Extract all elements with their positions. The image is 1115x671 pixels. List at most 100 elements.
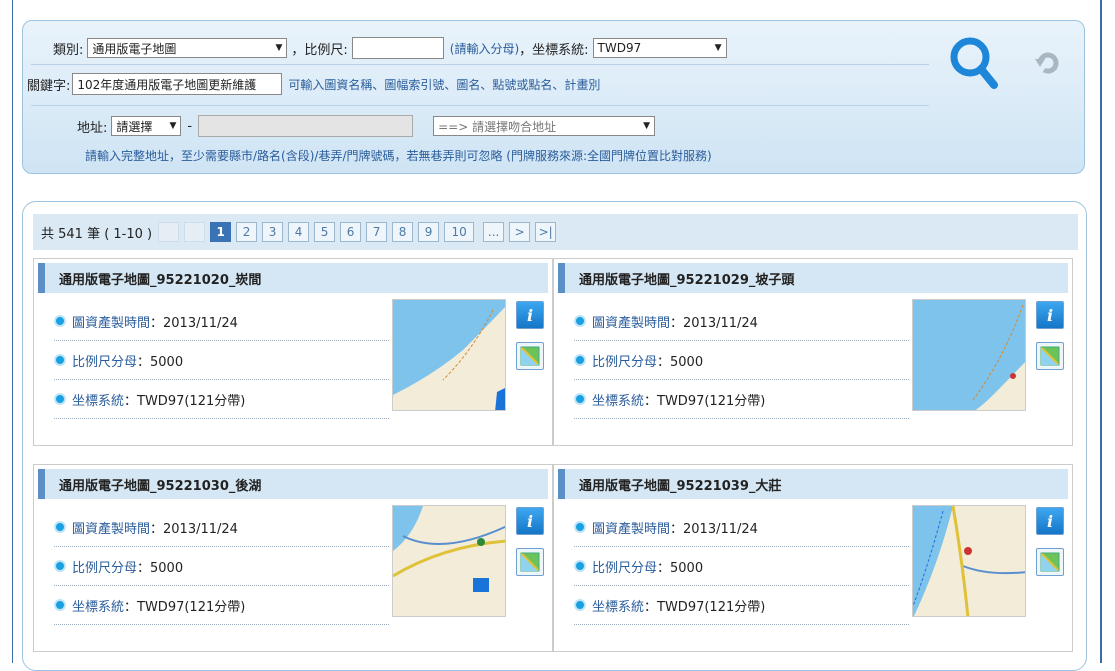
more-pages-button[interactable]: ...	[483, 222, 505, 242]
page-button[interactable]: 10	[444, 222, 475, 242]
meta-scale: 比例尺分母 ：5000	[54, 341, 389, 380]
search-row-1: 類別: 通用版電子地圖 ▼ ，比例尺: (請輸入分母) ，坐標系統: TWD97…	[53, 37, 727, 59]
meta-coord: 坐標系統 ：TWD97(121分帶)	[574, 586, 909, 625]
category-label: 類別:	[53, 42, 84, 58]
meta-label: 圖資產製時間	[592, 521, 671, 537]
page-button[interactable]: 2	[236, 222, 258, 242]
reset-button[interactable]	[1011, 27, 1085, 99]
map-icon	[520, 346, 540, 366]
last-page-button[interactable]: >|	[535, 222, 557, 242]
page-frame-left	[12, 0, 13, 663]
meta-label: 圖資產製時間	[72, 521, 151, 537]
info-icon: i	[1046, 511, 1054, 531]
result-title[interactable]: 通用版電子地圖_95221020_崁間	[38, 263, 548, 293]
result-title[interactable]: 通用版電子地圖_95221030_後湖	[38, 469, 548, 499]
search-row-2: 關鍵字: 102年度通用版電子地圖更新維護 可輸入圖資名稱、圖幅索引號、圖名、點…	[27, 73, 600, 95]
category-select-value: 通用版電子地圖	[92, 41, 177, 56]
meta-value: ：2013/11/24	[150, 315, 238, 331]
chevron-down-icon: ▼	[714, 43, 722, 53]
first-page-button[interactable]	[158, 222, 180, 242]
bullet-icon	[54, 354, 66, 366]
map-preview-button[interactable]	[516, 342, 544, 370]
info-button[interactable]: i	[516, 507, 544, 535]
map-preview-button[interactable]	[1036, 548, 1064, 576]
result-total: 共 541 筆 ( 1-10 )	[41, 226, 153, 242]
page-button[interactable]: 5	[314, 222, 336, 242]
search-row-4: 請輸入完整地址，至少需要縣市/路名(含段)/巷弄/門牌號碼，若無巷弄則可忽略 (…	[85, 147, 712, 164]
divider	[31, 105, 929, 106]
meta-time: 圖資產製時間 ：2013/11/24	[574, 302, 909, 341]
page-button[interactable]: 1	[210, 222, 232, 242]
coord-select[interactable]: TWD97 ▼	[592, 38, 727, 58]
map-preview-button[interactable]	[1036, 342, 1064, 370]
info-button[interactable]: i	[516, 301, 544, 329]
meta-coord: 坐標系統 ：TWD97(121分帶)	[574, 380, 909, 419]
map-thumbnail[interactable]	[912, 299, 1026, 411]
match-address-value: ==> 請選擇吻合地址	[438, 119, 557, 134]
meta-label[interactable]: 坐標系統	[72, 390, 124, 409]
result-card: 通用版電子地圖_95221039_大莊 圖資產製時間 ：2013/11/24 比例…	[553, 464, 1073, 652]
map-preview-button[interactable]	[516, 548, 544, 576]
meta-value: ：TWD97(121分帶)	[124, 599, 246, 615]
meta-time: 圖資產製時間 ：2013/11/24	[54, 508, 389, 547]
meta-value: ：TWD97(121分帶)	[644, 599, 766, 615]
meta-value: ：5000	[137, 560, 184, 576]
page-button[interactable]: 8	[392, 222, 414, 242]
page-button[interactable]: 7	[366, 222, 388, 242]
map-thumbnail[interactable]	[392, 505, 506, 617]
undo-icon	[1035, 52, 1059, 74]
bullet-icon	[54, 560, 66, 572]
address-select-value: 請選擇	[116, 119, 153, 134]
info-button[interactable]: i	[1036, 301, 1064, 329]
chevron-down-icon: ▼	[275, 43, 283, 53]
meta-label[interactable]: 坐標系統	[592, 390, 644, 409]
page-button[interactable]: 3	[262, 222, 284, 242]
page-button[interactable]: 9	[418, 222, 440, 242]
meta-label: 比例尺分母	[72, 560, 138, 576]
meta-scale: 比例尺分母 ：5000	[574, 547, 909, 586]
next-page-button[interactable]: >	[509, 222, 531, 242]
address-select[interactable]: 請選擇 ▼	[111, 116, 182, 136]
meta-value: ：5000	[657, 354, 704, 370]
keyword-label: 關鍵字:	[27, 78, 71, 94]
prev-page-button[interactable]	[184, 222, 206, 242]
result-title[interactable]: 通用版電子地圖_95221029_坡子頭	[558, 263, 1068, 293]
scale-hint: (請輸入分母)	[449, 41, 520, 56]
meta-label[interactable]: 坐標系統	[592, 596, 644, 615]
address-input[interactable]	[198, 115, 414, 137]
search-button[interactable]	[937, 27, 1011, 99]
meta-coord: 坐標系統 ：TWD97(121分帶)	[54, 380, 389, 419]
meta-time: 圖資產製時間 ：2013/11/24	[54, 302, 389, 341]
meta-value: ：2013/11/24	[670, 521, 758, 537]
meta-value: ：5000	[137, 354, 184, 370]
meta-value: ：2013/11/24	[150, 521, 238, 537]
bullet-icon	[54, 521, 66, 533]
meta-label[interactable]: 坐標系統	[72, 596, 124, 615]
keyword-input[interactable]: 102年度通用版電子地圖更新維護	[72, 73, 283, 95]
bullet-icon	[54, 393, 66, 405]
meta-label: 比例尺分母	[72, 354, 138, 370]
map-icon	[520, 552, 540, 572]
meta-time: 圖資產製時間 ：2013/11/24	[574, 508, 909, 547]
search-icon	[950, 37, 998, 89]
search-panel: 類別: 通用版電子地圖 ▼ ，比例尺: (請輸入分母) ，坐標系統: TWD97…	[22, 20, 1085, 174]
scale-label: ，比例尺:	[291, 42, 348, 58]
map-thumbnail[interactable]	[392, 299, 506, 411]
meta-value: ：5000	[657, 560, 704, 576]
keyword-hint: 可輸入圖資名稱、圖幅索引號、圖名、點號或點名、計畫別	[288, 77, 601, 92]
info-icon: i	[526, 511, 534, 531]
meta-label: 比例尺分母	[592, 560, 658, 576]
map-thumbnail[interactable]	[912, 505, 1026, 617]
page-button[interactable]: 4	[288, 222, 310, 242]
chevron-down-icon: ▼	[169, 121, 177, 131]
chevron-down-icon: ▼	[643, 121, 651, 131]
match-address-select[interactable]: ==> 請選擇吻合地址 ▼	[433, 116, 656, 136]
bullet-icon	[54, 315, 66, 327]
scale-input[interactable]	[351, 37, 444, 59]
result-title[interactable]: 通用版電子地圖_95221039_大莊	[558, 469, 1068, 499]
meta-value: ：TWD97(121分帶)	[644, 393, 766, 409]
meta-value: ：TWD97(121分帶)	[124, 393, 246, 409]
category-select[interactable]: 通用版電子地圖 ▼	[87, 38, 288, 58]
info-button[interactable]: i	[1036, 507, 1064, 535]
page-button[interactable]: 6	[340, 222, 362, 242]
